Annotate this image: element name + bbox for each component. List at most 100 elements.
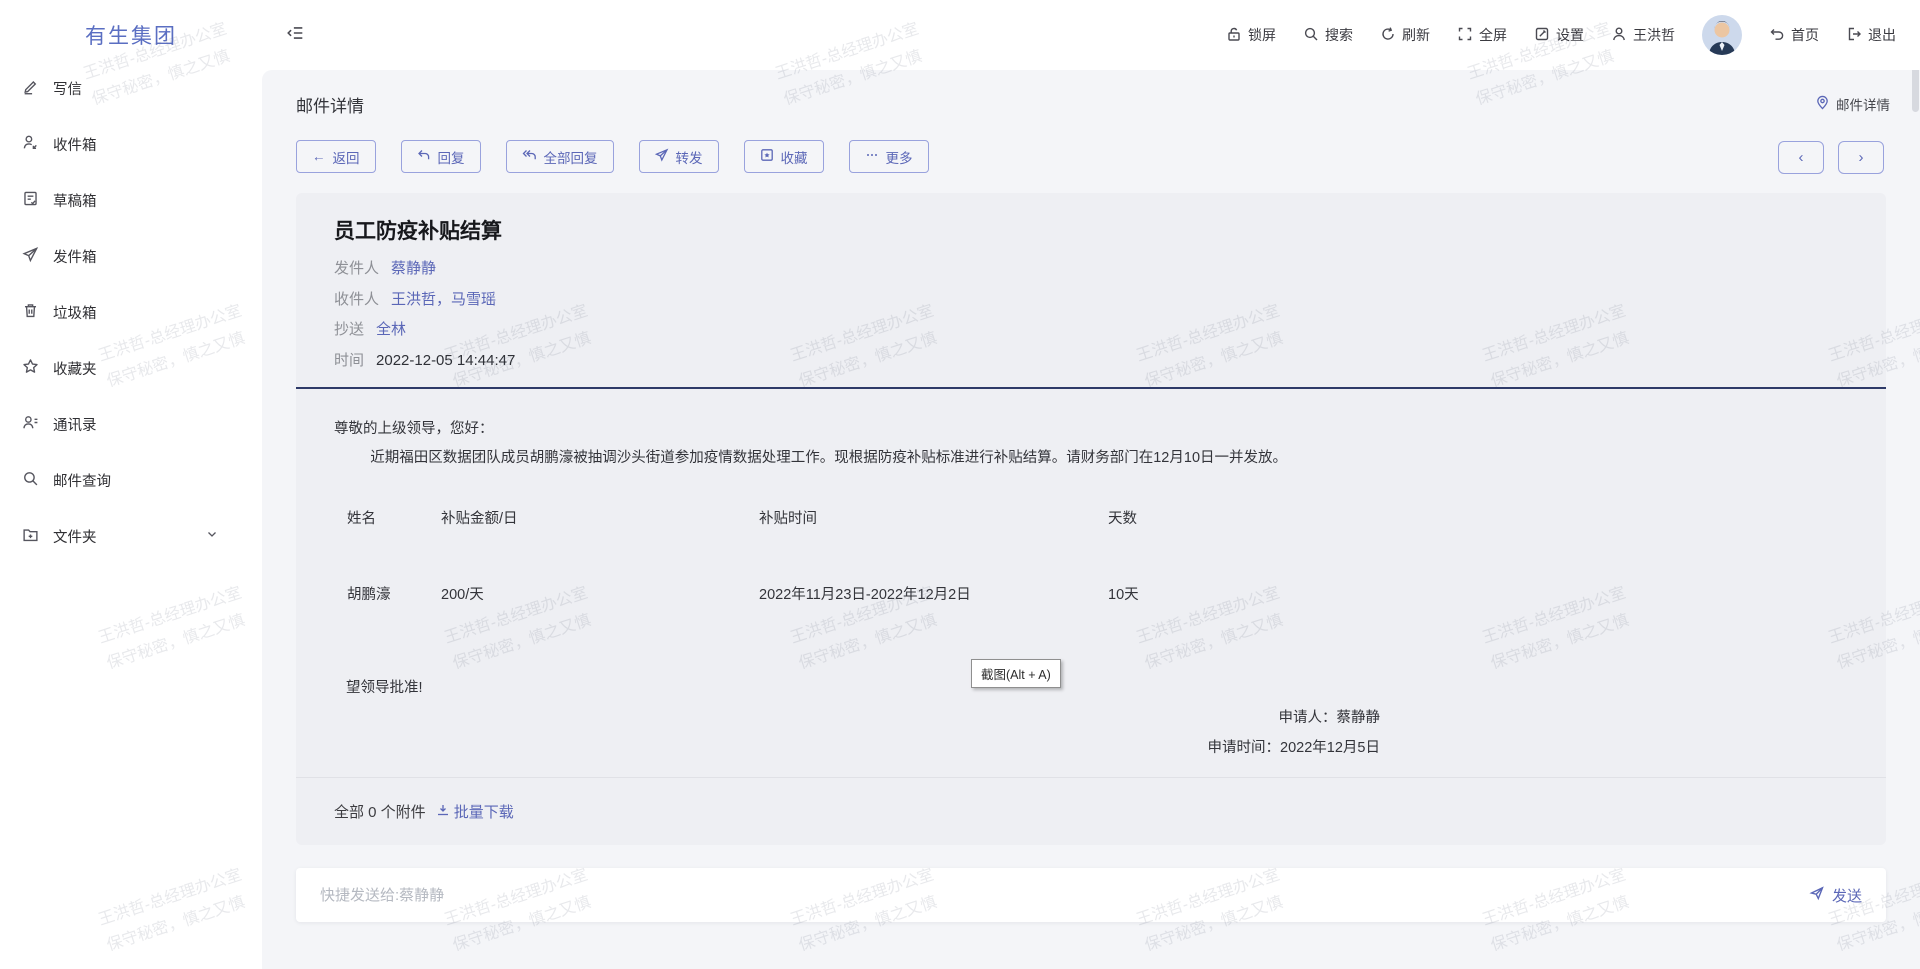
lock-screen-button[interactable]: 锁屏 xyxy=(1226,25,1276,45)
quick-send-bar: 发送 xyxy=(296,868,1886,922)
sidebar-item-sent[interactable]: 发件箱 xyxy=(0,228,262,284)
from-value[interactable]: 蔡静静 xyxy=(391,260,436,277)
to-label: 收件人 xyxy=(334,291,379,308)
sidebar-item-drafts[interactable]: 草稿箱 xyxy=(0,172,262,228)
menu-fold-icon xyxy=(286,24,304,47)
search-button[interactable]: 搜索 xyxy=(1303,25,1353,45)
sidebar-item-label: 垃圾箱 xyxy=(53,302,97,323)
topbar: 锁屏 搜索 刷新 全屏 设置 王洪哲 首页 xyxy=(262,0,1920,70)
sidebar-item-mail-search[interactable]: 邮件查询 xyxy=(0,452,262,508)
sidebar-item-favorites[interactable]: 收藏夹 xyxy=(0,340,262,396)
sidebar: 写信 收件箱 草稿箱 发件箱 垃圾箱 收藏夹 通讯录 邮件查询 xyxy=(0,70,262,969)
back-button[interactable]: ← 返回 xyxy=(296,140,376,173)
favorite-box-icon xyxy=(760,148,774,165)
back-label: 返回 xyxy=(333,147,360,167)
draft-document-icon xyxy=(22,190,53,211)
brand-logo: 有生集团 xyxy=(85,20,177,50)
reply-icon xyxy=(417,148,431,165)
settings-edit-icon xyxy=(1534,26,1550,45)
table-cell-name: 胡鹏濠 xyxy=(347,583,391,604)
table-header-days: 天数 xyxy=(1108,507,1137,528)
sidebar-item-contacts[interactable]: 通讯录 xyxy=(0,396,262,452)
prev-mail-button[interactable]: ‹ xyxy=(1778,141,1824,174)
mail-paragraph: 近期福田区数据团队成员胡鹏濠被抽调沙头街道参加疫情数据处理工作。现根据防疫补贴标… xyxy=(334,446,1624,467)
reply-all-icon xyxy=(522,148,537,165)
next-mail-button[interactable]: › xyxy=(1838,141,1884,174)
logout-label: 退出 xyxy=(1868,25,1896,45)
sidebar-item-label: 写信 xyxy=(53,78,82,99)
to-value[interactable]: 王洪哲，马雪瑶 xyxy=(391,291,496,308)
breadcrumb: 邮件详情 xyxy=(1815,94,1890,114)
mail-meta: 发件人蔡静静 收件人王洪哲，马雪瑶 抄送全林 时间2022-12-05 14:4… xyxy=(334,254,515,376)
lock-icon xyxy=(1226,26,1242,45)
chevron-down-icon[interactable] xyxy=(206,528,232,544)
more-label: 更多 xyxy=(886,147,913,167)
batch-download-link[interactable]: 批量下载 xyxy=(436,801,514,822)
mail-toolbar: ← 返回 回复 全部回复 转发 收藏 更多 xyxy=(296,140,929,173)
refresh-button[interactable]: 刷新 xyxy=(1380,25,1430,45)
mail-cc-row: 抄送全林 xyxy=(334,315,515,346)
reply-all-label: 全部回复 xyxy=(544,147,598,167)
fullscreen-icon xyxy=(1457,26,1473,45)
sidebar-item-trash[interactable]: 垃圾箱 xyxy=(0,284,262,340)
table-cell-amount: 200/天 xyxy=(441,583,484,604)
send-plane-icon xyxy=(1809,885,1825,905)
reply-label: 回复 xyxy=(438,147,465,167)
star-icon xyxy=(22,358,53,379)
user-name-label: 王洪哲 xyxy=(1633,25,1675,45)
sidebar-item-label: 草稿箱 xyxy=(53,190,97,211)
batch-download-label: 批量下载 xyxy=(454,801,514,822)
mail-time-row: 时间2022-12-05 14:44:47 xyxy=(334,346,515,377)
search-icon xyxy=(22,470,53,491)
fullscreen-button[interactable]: 全屏 xyxy=(1457,25,1507,45)
more-dots-icon xyxy=(865,148,879,165)
download-icon xyxy=(436,803,450,821)
sidebar-item-label: 邮件查询 xyxy=(53,470,111,491)
current-user[interactable]: 王洪哲 xyxy=(1611,25,1675,45)
quick-send-input[interactable] xyxy=(320,887,1809,904)
attachments-summary: 全部 0 个附件 xyxy=(334,801,426,822)
settings-button[interactable]: 设置 xyxy=(1534,25,1584,45)
forward-button[interactable]: 转发 xyxy=(639,140,719,173)
mail-from-row: 发件人蔡静静 xyxy=(334,254,515,285)
breadcrumb-label: 邮件详情 xyxy=(1836,94,1890,114)
fullscreen-label: 全屏 xyxy=(1479,25,1507,45)
folder-icon xyxy=(22,526,53,547)
search-label: 搜索 xyxy=(1325,25,1353,45)
from-label: 发件人 xyxy=(334,260,379,277)
person-icon xyxy=(1611,26,1627,45)
mail-closing: 望领导批准! xyxy=(346,676,423,697)
reply-button[interactable]: 回复 xyxy=(401,140,481,173)
scrollbar-thumb[interactable] xyxy=(1912,66,1919,112)
favorite-label: 收藏 xyxy=(781,147,808,167)
refresh-icon xyxy=(1380,26,1396,45)
logo-zone: 有生集团 xyxy=(0,0,262,70)
logout-button[interactable]: 退出 xyxy=(1846,25,1896,45)
sidebar-item-label: 文件夹 xyxy=(53,526,97,547)
cc-value[interactable]: 全林 xyxy=(376,321,406,338)
sidebar-item-inbox[interactable]: 收件箱 xyxy=(0,116,262,172)
sidebar-item-folders[interactable]: 文件夹 xyxy=(0,508,262,564)
send-button[interactable]: 发送 xyxy=(1809,885,1862,906)
forward-label: 转发 xyxy=(676,147,703,167)
location-pin-icon xyxy=(1815,95,1830,113)
screenshot-hotkey-tooltip: 截图(Alt + A) xyxy=(971,659,1061,688)
time-value: 2022-12-05 14:44:47 xyxy=(376,352,515,369)
forward-plane-icon xyxy=(655,148,669,165)
table-header-name: 姓名 xyxy=(347,507,376,528)
lock-screen-label: 锁屏 xyxy=(1248,25,1276,45)
topbar-menu: 锁屏 搜索 刷新 全屏 设置 王洪哲 首页 xyxy=(1226,15,1920,55)
sidebar-collapse-button[interactable] xyxy=(286,24,304,47)
header-separator xyxy=(296,387,1886,389)
table-cell-period: 2022年11月23日-2022年12月2日 xyxy=(759,583,971,604)
avatar[interactable] xyxy=(1702,15,1742,55)
mail-apply-time: 申请时间：2022年12月5日 xyxy=(334,736,1380,757)
home-button[interactable]: 首页 xyxy=(1769,25,1819,45)
favorite-button[interactable]: 收藏 xyxy=(744,140,824,173)
table-header-period: 补贴时间 xyxy=(759,507,817,528)
attachments-bar: 全部 0 个附件 批量下载 xyxy=(296,777,1886,845)
mail-pager: ‹ › xyxy=(1778,141,1884,174)
home-label: 首页 xyxy=(1791,25,1819,45)
reply-all-button[interactable]: 全部回复 xyxy=(506,140,614,173)
more-button[interactable]: 更多 xyxy=(849,140,929,173)
